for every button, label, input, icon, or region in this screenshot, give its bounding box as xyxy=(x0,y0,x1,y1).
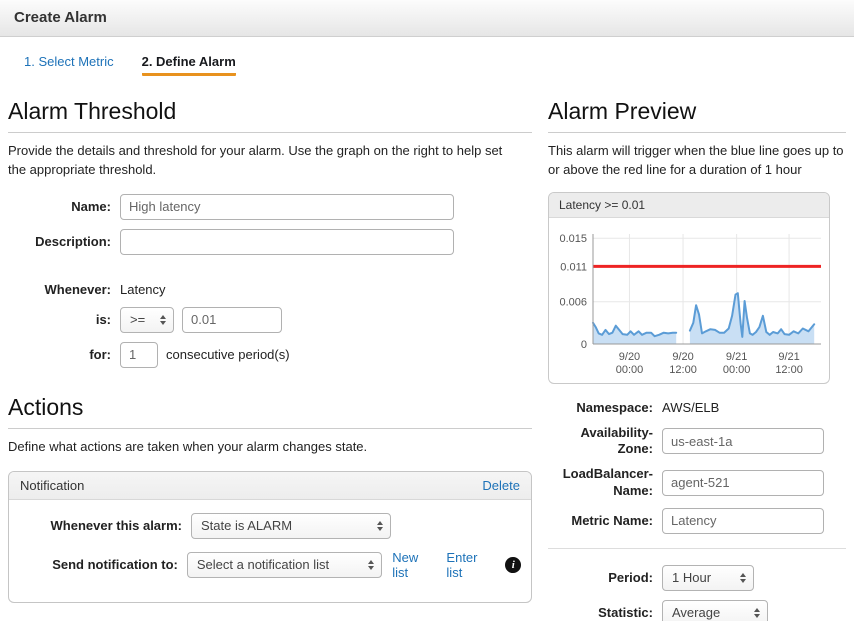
notification-panel-title: Notification xyxy=(20,478,84,493)
metric-name-row: Metric Name: xyxy=(548,508,846,534)
period-label: Period: xyxy=(548,570,662,586)
info-icon[interactable] xyxy=(505,557,521,573)
svg-text:0: 0 xyxy=(581,339,587,351)
metric-name-input[interactable] xyxy=(662,508,824,534)
namespace-label: Namespace: xyxy=(548,400,662,416)
statistic-value: Average xyxy=(672,605,720,620)
latency-chart: 00.0060.0110.0159/2000:009/2012:009/2100… xyxy=(551,226,827,376)
is-label: is: xyxy=(8,312,120,328)
divider xyxy=(8,132,532,133)
chart-title: Latency >= 0.01 xyxy=(549,193,829,218)
loadbalancer-name-label: LoadBalancer-Name: xyxy=(548,466,662,499)
actions-description: Define what actions are taken when your … xyxy=(8,438,532,457)
threshold-value-input[interactable] xyxy=(182,307,282,333)
periods-suffix: consecutive period(s) xyxy=(166,347,290,362)
for-row: for: consecutive period(s) xyxy=(8,342,532,368)
notification-list-value: Select a notification list xyxy=(197,557,329,572)
periods-input[interactable] xyxy=(120,342,158,368)
enter-list-link[interactable]: Enter list xyxy=(446,550,495,580)
svg-text:9/21: 9/21 xyxy=(726,351,747,363)
select-arrows-icon xyxy=(740,573,746,583)
alarm-state-select[interactable]: State is ALARM xyxy=(191,513,391,539)
operator-value: >= xyxy=(130,312,145,327)
namespace-value: AWS/ELB xyxy=(662,400,719,415)
period-value: 1 Hour xyxy=(672,570,711,585)
description-row: Description: xyxy=(8,229,532,255)
name-input[interactable] xyxy=(120,194,454,220)
statistic-label: Statistic: xyxy=(548,605,662,621)
alarm-preview-chart-panel: Latency >= 0.01 00.0060.0110.0159/2000:0… xyxy=(548,192,830,384)
select-arrows-icon xyxy=(368,560,374,570)
svg-text:9/21: 9/21 xyxy=(778,351,799,363)
divider xyxy=(548,132,846,133)
alarm-preview-heading: Alarm Preview xyxy=(548,98,846,125)
period-select[interactable]: 1 Hour xyxy=(662,565,754,591)
availability-zone-label: Availability-Zone: xyxy=(548,425,662,458)
description-label: Description: xyxy=(8,234,120,250)
svg-text:9/20: 9/20 xyxy=(619,351,640,363)
send-notification-label: Send notification to: xyxy=(19,557,187,573)
svg-text:0.015: 0.015 xyxy=(559,233,587,245)
for-label: for: xyxy=(8,347,120,363)
svg-text:0.006: 0.006 xyxy=(559,296,587,308)
alarm-threshold-heading: Alarm Threshold xyxy=(8,98,532,125)
name-row: Name: xyxy=(8,194,532,220)
description-input[interactable] xyxy=(120,229,454,255)
tab-select-metric[interactable]: 1. Select Metric xyxy=(24,54,114,69)
new-list-link[interactable]: New list xyxy=(392,550,436,580)
wizard-steps: 1. Select Metric 2. Define Alarm xyxy=(0,37,854,86)
tab-define-alarm[interactable]: 2. Define Alarm xyxy=(142,54,236,76)
metric-name-label: Metric Name: xyxy=(548,513,662,529)
alarm-state-label: Whenever this alarm: xyxy=(19,518,191,534)
send-notification-row: Send notification to: Select a notificat… xyxy=(19,550,521,580)
alarm-threshold-description: Provide the details and threshold for yo… xyxy=(8,142,516,180)
select-arrows-icon xyxy=(754,608,760,618)
statistic-row: Statistic: Average xyxy=(548,600,846,621)
svg-text:9/20: 9/20 xyxy=(672,351,693,363)
namespace-row: Namespace: AWS/ELB xyxy=(548,400,846,416)
operator-select[interactable]: >= xyxy=(120,307,174,333)
alarm-preview-description: This alarm will trigger when the blue li… xyxy=(548,142,846,180)
divider xyxy=(8,428,532,429)
name-label: Name: xyxy=(8,199,120,215)
svg-text:12:00: 12:00 xyxy=(669,364,697,376)
window-header: Create Alarm xyxy=(0,0,854,37)
delete-notification-link[interactable]: Delete xyxy=(482,478,520,493)
loadbalancer-name-row: LoadBalancer-Name: xyxy=(548,466,846,499)
notification-panel: Notification Delete Whenever this alarm:… xyxy=(8,471,532,603)
divider xyxy=(548,548,846,549)
notification-panel-header: Notification Delete xyxy=(9,472,531,500)
whenever-metric-value: Latency xyxy=(120,282,166,297)
availability-zone-input[interactable] xyxy=(662,428,824,454)
alarm-state-row: Whenever this alarm: State is ALARM xyxy=(19,513,521,539)
svg-text:12:00: 12:00 xyxy=(775,364,803,376)
is-row: is: >= xyxy=(8,307,532,333)
page-title: Create Alarm xyxy=(14,9,854,26)
whenever-label: Whenever: xyxy=(8,282,120,298)
select-arrows-icon xyxy=(377,521,383,531)
availability-zone-row: Availability-Zone: xyxy=(548,425,846,458)
alarm-state-value: State is ALARM xyxy=(201,518,292,533)
statistic-select[interactable]: Average xyxy=(662,600,768,621)
loadbalancer-name-input[interactable] xyxy=(662,470,824,496)
actions-heading: Actions xyxy=(8,394,532,421)
notification-list-select[interactable]: Select a notification list xyxy=(187,552,382,578)
svg-text:0.011: 0.011 xyxy=(560,261,587,273)
whenever-row: Whenever: Latency xyxy=(8,282,532,298)
svg-text:00:00: 00:00 xyxy=(616,364,644,376)
period-row: Period: 1 Hour xyxy=(548,565,846,591)
svg-text:00:00: 00:00 xyxy=(723,364,751,376)
select-arrows-icon xyxy=(160,315,166,325)
